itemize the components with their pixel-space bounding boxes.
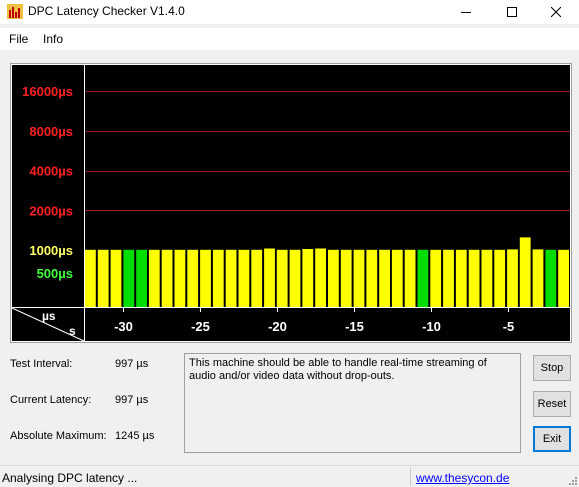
stop-button[interactable]: Stop <box>533 355 571 381</box>
absolute-maximum-value: 1245 µs <box>115 430 155 442</box>
bar-3 <box>123 249 135 307</box>
close-button[interactable] <box>533 0 579 24</box>
x-tick-label: -30 <box>114 319 133 334</box>
current-latency-value: 997 µs <box>115 394 149 406</box>
status-bar: Analysing DPC latency ... www.thesycon.d… <box>0 465 579 487</box>
bar-9 <box>200 249 211 307</box>
bar-7 <box>174 249 186 307</box>
maximize-button[interactable] <box>489 0 535 24</box>
bar-33 <box>507 249 518 307</box>
y-tick-label: 500µs <box>37 266 73 281</box>
minimize-icon <box>461 12 471 13</box>
minimize-button[interactable] <box>443 0 489 24</box>
x-tick-label: -15 <box>345 319 364 334</box>
reset-button[interactable]: Reset <box>533 391 571 417</box>
bar-28 <box>443 249 454 307</box>
y-tick-label: 4000µs <box>29 164 73 179</box>
bar-12 <box>238 249 250 307</box>
dpc-latency-checker-window: DPC Latency Checker V1.4.0 File Info µs s… <box>0 0 579 487</box>
bar-13 <box>251 249 263 307</box>
latency-chart-svg: µss 16000µs 8000µs 4000µs 2000µs 1000µs 500µs… <box>11 65 570 342</box>
bar-10 <box>212 249 224 307</box>
bar-5 <box>148 249 160 307</box>
absolute-maximum-label: Absolute Maximum: <box>10 430 107 442</box>
x-tick-label: -10 <box>422 319 441 334</box>
title-bar: DPC Latency Checker V1.4.0 <box>0 0 579 24</box>
y-tick-label: 8000µs <box>29 124 73 139</box>
menu-info[interactable]: Info <box>43 32 63 46</box>
status-divider <box>410 468 411 486</box>
bar-27 <box>430 249 442 307</box>
bar-36 <box>545 249 557 307</box>
bar-32 <box>494 249 506 307</box>
status-text: Analysing DPC latency ... <box>2 471 138 485</box>
bar-11 <box>225 249 237 307</box>
thesycon-link[interactable]: www.thesycon.de <box>416 471 509 485</box>
window-title: DPC Latency Checker V1.4.0 <box>28 4 185 18</box>
bar-4 <box>136 249 147 307</box>
bar-19 <box>328 249 339 307</box>
result-message: This machine should be able to handle re… <box>184 353 521 453</box>
bar-23 <box>379 249 390 307</box>
bar-2 <box>110 249 122 307</box>
x-tick-label: -5 <box>503 319 515 334</box>
bar-18 <box>315 248 326 307</box>
x-tick-label: -25 <box>191 319 210 334</box>
bar-35 <box>532 249 544 307</box>
bar-17 <box>302 249 314 307</box>
resize-grip-icon[interactable] <box>567 475 577 485</box>
y-tick-label: 1000µs <box>29 243 73 258</box>
close-icon <box>551 7 561 17</box>
test-interval-label: Test Interval: <box>10 358 73 370</box>
current-latency-label: Current Latency: <box>10 394 92 406</box>
bar-30 <box>468 249 480 307</box>
x-unit-label: s <box>69 324 76 338</box>
latency-chart: µs s 16000µs 8000µs 4000µs 2000µs 1000µs 500µs… <box>10 63 572 343</box>
menu-file[interactable]: File <box>9 32 28 46</box>
bar-15 <box>276 249 288 307</box>
y-tick-label: 2000µs <box>29 203 73 218</box>
bar-29 <box>455 249 467 307</box>
y-unit-label: µs <box>42 309 56 323</box>
x-tick-label: -20 <box>268 319 287 334</box>
bar-16 <box>289 249 301 307</box>
bar-14 <box>264 248 275 307</box>
app-icon <box>7 4 23 19</box>
bar-25 <box>404 249 416 307</box>
bar-20 <box>340 249 352 307</box>
bar-26 <box>417 249 429 307</box>
test-interval-value: 997 µs <box>115 358 149 370</box>
exit-button[interactable]: Exit <box>533 426 571 452</box>
bar-22 <box>366 249 378 307</box>
bar-24 <box>391 249 403 307</box>
y-tick-label: 16000µs <box>22 84 73 99</box>
menu-bar: File Info <box>0 28 579 50</box>
maximize-icon <box>507 7 517 17</box>
bar-37 <box>558 249 569 307</box>
bar-21 <box>353 249 365 307</box>
bar-8 <box>187 249 199 307</box>
bar-0 <box>85 249 96 307</box>
bar-1 <box>97 249 109 307</box>
bar-6 <box>161 249 173 307</box>
bar-34 <box>519 237 531 307</box>
bar-31 <box>481 249 493 307</box>
